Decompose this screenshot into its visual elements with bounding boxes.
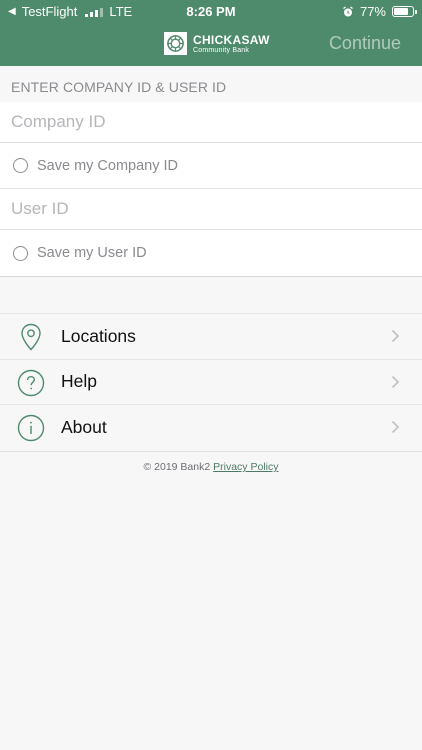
footer: © 2019 Bank2 Privacy Policy: [0, 461, 422, 473]
user-id-field-row: [0, 189, 422, 230]
menu-item-about[interactable]: About: [0, 405, 422, 451]
question-circle-icon: [17, 369, 45, 397]
menu-label-about: About: [61, 417, 107, 438]
save-user-id-radio[interactable]: [13, 245, 28, 261]
save-company-id-row[interactable]: Save my Company ID: [0, 143, 422, 189]
save-company-id-radio[interactable]: [13, 158, 28, 173]
chevron-right-icon: [391, 329, 400, 343]
company-id-field-row: [0, 102, 422, 143]
app-header: ◀ TestFlight LTE 8:26 PM 77% CHICKASAW C…: [0, 0, 422, 66]
menu-item-help[interactable]: Help: [0, 360, 422, 405]
menu-label-locations: Locations: [61, 325, 136, 346]
location-pin-icon: [17, 323, 45, 351]
save-user-id-label: Save my User ID: [37, 245, 147, 261]
copyright-text: © 2019 Bank2: [143, 461, 211, 473]
login-form: Save my Company ID Save my User ID: [0, 102, 422, 277]
continue-button[interactable]: Continue: [329, 33, 401, 54]
chevron-right-icon: [391, 375, 400, 388]
privacy-policy-link[interactable]: Privacy Policy: [213, 461, 278, 473]
menu-list: Locations Help About: [0, 313, 422, 452]
save-user-id-row[interactable]: Save my User ID: [0, 230, 422, 276]
bank-logo: CHICKASAW Community Bank: [164, 32, 270, 55]
info-circle-icon: [17, 414, 45, 442]
bank-subtitle: Community Bank: [193, 46, 250, 54]
battery-percent: 77%: [359, 4, 386, 19]
alarm-clock-icon: [343, 5, 353, 16]
status-bar: ◀ TestFlight LTE 8:26 PM 77%: [0, 0, 422, 22]
chevron-right-icon: [391, 420, 400, 434]
menu-item-locations[interactable]: Locations: [0, 314, 422, 360]
battery-icon: [392, 6, 417, 17]
bank-name: CHICKASAW: [193, 32, 270, 47]
status-right: 77%: [342, 4, 417, 19]
menu-label-help: Help: [61, 371, 97, 392]
bank-logo-mark-icon: [164, 32, 187, 55]
section-title: ENTER COMPANY ID & USER ID: [11, 79, 227, 95]
save-company-id-label: Save my Company ID: [37, 157, 179, 174]
company-id-input[interactable]: [11, 112, 411, 132]
user-id-input[interactable]: [11, 199, 411, 219]
